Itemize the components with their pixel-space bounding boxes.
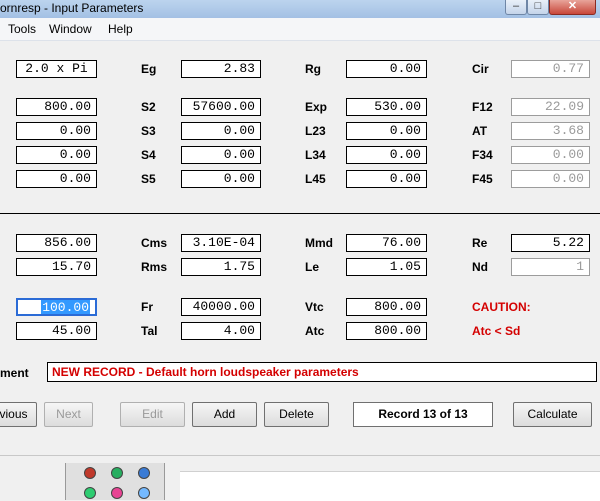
maximize-icon: □	[534, 0, 542, 12]
field-f45: 0.00	[511, 170, 590, 188]
caution-message: Atc < Sd	[472, 324, 521, 338]
comment-field[interactable]: NEW RECORD - Default horn loudspeaker pa…	[47, 362, 597, 382]
minimize-button[interactable]: ‒	[505, 0, 527, 15]
label-s5: S5	[141, 172, 156, 186]
field-ang[interactable]: 2.0 x Pi	[16, 60, 97, 78]
field-l45[interactable]: 0.00	[346, 170, 427, 188]
field-l23[interactable]: 0.00	[346, 122, 427, 140]
field-row2-a[interactable]: 0.00	[16, 122, 97, 140]
field-s1[interactable]: 800.00	[16, 98, 97, 116]
label-l45: L45	[305, 172, 326, 186]
menu-help[interactable]: Help	[108, 22, 133, 36]
field-rg[interactable]: 0.00	[346, 60, 427, 78]
label-mmd: Mmd	[305, 236, 333, 250]
close-button[interactable]: ✕	[549, 0, 596, 15]
label-nd: Nd	[472, 260, 488, 274]
field-exp[interactable]: 530.00	[346, 98, 427, 116]
field-l34[interactable]: 0.00	[346, 146, 427, 164]
label-cir: Cir	[472, 62, 489, 76]
edit-button: Edit	[120, 402, 185, 427]
label-s2: S2	[141, 100, 156, 114]
field-mmd[interactable]: 76.00	[346, 234, 427, 252]
label-exp: Exp	[305, 100, 328, 114]
field-s2[interactable]: 57600.00	[181, 98, 261, 116]
menu-bar: Tools Window Help	[0, 18, 600, 41]
field-cms[interactable]: 3.10E-04	[181, 234, 261, 252]
record-indicator: Record 13 of 13	[353, 402, 493, 427]
field-f34: 0.00	[511, 146, 590, 164]
minimize-icon: ‒	[512, 0, 520, 12]
label-rms: Rms	[141, 260, 168, 274]
label-atc: Atc	[305, 324, 325, 338]
field-le[interactable]: 1.05	[346, 258, 427, 276]
selected-text: 100.00	[41, 300, 90, 315]
blue-dot-icon	[138, 467, 150, 479]
field-rms[interactable]: 1.75	[181, 258, 261, 276]
field-nd: 1	[511, 258, 590, 276]
calculate-button[interactable]: Calculate	[513, 402, 592, 427]
background-strip	[180, 471, 600, 501]
window-title: ornresp - Input Parameters	[0, 1, 144, 15]
menu-tools[interactable]: Tools	[8, 22, 36, 36]
label-tal: Tal	[141, 324, 158, 338]
field-f12: 22.09	[511, 98, 590, 116]
field-row7-a-selected[interactable]: 100.00	[16, 298, 97, 316]
close-icon: ✕	[567, 0, 578, 12]
maximize-button[interactable]: □	[527, 0, 549, 15]
field-at: 3.68	[511, 122, 590, 140]
comment-label: ment	[0, 366, 29, 380]
field-row6-a[interactable]: 15.70	[16, 258, 97, 276]
next-button: Next	[44, 402, 93, 427]
light-blue-dot-icon	[138, 487, 150, 499]
field-row4-a[interactable]: 0.00	[16, 170, 97, 188]
label-at: AT	[472, 124, 488, 138]
label-l34: L34	[305, 148, 326, 162]
field-row8-a[interactable]: 45.00	[16, 322, 97, 340]
label-rg: Rg	[305, 62, 321, 76]
field-atc[interactable]: 800.00	[346, 322, 427, 340]
label-l23: L23	[305, 124, 326, 138]
field-eg[interactable]: 2.83	[181, 60, 261, 78]
field-s4[interactable]: 0.00	[181, 146, 261, 164]
field-tal[interactable]: 4.00	[181, 322, 261, 340]
label-eg: Eg	[141, 62, 157, 76]
background-panel	[65, 463, 165, 500]
field-re[interactable]: 5.22	[511, 234, 590, 252]
label-f34: F34	[472, 148, 493, 162]
field-row5-a[interactable]: 856.00	[16, 234, 97, 252]
label-fr: Fr	[141, 300, 153, 314]
green-dot-icon	[84, 487, 96, 499]
field-cir: 0.77	[511, 60, 590, 78]
field-vtc[interactable]: 800.00	[346, 298, 427, 316]
caution-label: CAUTION:	[472, 300, 531, 314]
section-divider	[0, 213, 600, 214]
field-s3[interactable]: 0.00	[181, 122, 261, 140]
field-s5[interactable]: 0.00	[181, 170, 261, 188]
menu-window[interactable]: Window	[49, 22, 92, 36]
green-dot-icon	[111, 467, 123, 479]
label-le: Le	[305, 260, 320, 274]
label-re: Re	[472, 236, 488, 250]
field-row3-a[interactable]: 0.00	[16, 146, 97, 164]
label-s4: S4	[141, 148, 156, 162]
label-cms: Cms	[141, 236, 168, 250]
delete-button[interactable]: Delete	[264, 402, 329, 427]
add-button[interactable]: Add	[192, 402, 257, 427]
label-f12: F12	[472, 100, 493, 114]
red-dot-icon	[84, 467, 96, 479]
label-s3: S3	[141, 124, 156, 138]
pink-dot-icon	[111, 487, 123, 499]
label-vtc: Vtc	[305, 300, 324, 314]
label-f45: F45	[472, 172, 493, 186]
field-fr[interactable]: 40000.00	[181, 298, 261, 316]
title-bar: ornresp - Input Parameters ‒ □ ✕	[0, 0, 600, 19]
previous-button[interactable]: vious	[0, 402, 37, 427]
